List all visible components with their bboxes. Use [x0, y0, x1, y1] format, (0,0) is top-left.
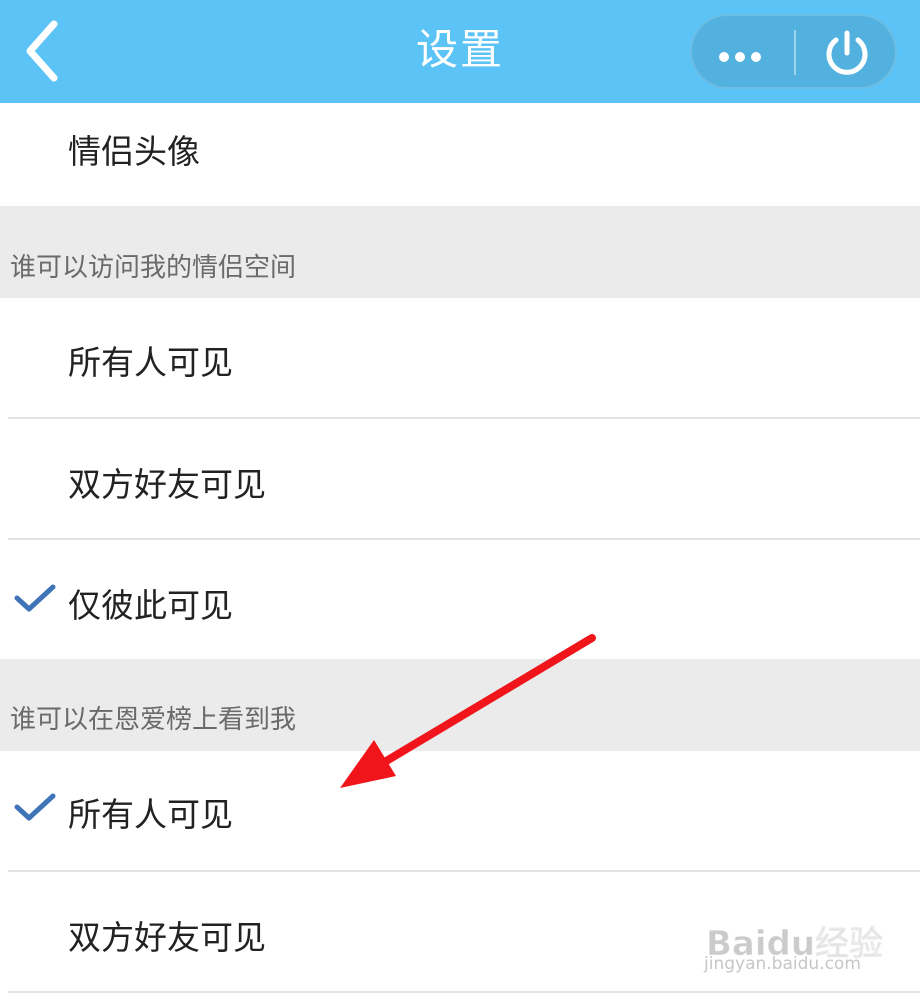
section-title-visit: 谁可以访问我的情侣空间 — [10, 253, 297, 283]
option-label: 双方好友可见 — [68, 918, 266, 957]
checkmark-icon — [14, 793, 56, 821]
baidu-watermark: Baidu经验 jingyan.baidu.com — [700, 898, 900, 978]
watermark-url: jingyan.baidu.com — [704, 954, 861, 974]
mini-program-capsule — [690, 14, 897, 89]
visit-option-mutual-friends[interactable]: 双方好友可见 — [0, 419, 920, 538]
power-icon — [826, 30, 868, 75]
option-label: 所有人可见 — [68, 795, 233, 834]
capsule-divider — [794, 30, 796, 75]
visit-option-only-each-other[interactable]: 仅彼此可见 — [0, 540, 920, 659]
more-dots-icon — [719, 47, 767, 66]
checkmark-icon — [14, 584, 56, 612]
power-button[interactable] — [798, 16, 895, 87]
option-label: 仅彼此可见 — [68, 586, 233, 625]
visit-option-everyone[interactable]: 所有人可见 — [0, 298, 920, 418]
option-label: 双方好友可见 — [68, 465, 266, 504]
title-bar: 设置 — [0, 0, 920, 103]
couple-avatar-row[interactable]: 情侣头像 — [0, 103, 920, 206]
couple-avatar-label: 情侣头像 — [68, 132, 200, 171]
ranking-option-everyone[interactable]: 所有人可见 — [0, 751, 920, 870]
section-title-ranking: 谁可以在恩爱榜上看到我 — [10, 705, 297, 735]
more-button[interactable] — [692, 16, 794, 87]
divider — [8, 991, 920, 993]
section-header-visit: 谁可以访问我的情侣空间 — [0, 206, 920, 298]
section-header-ranking: 谁可以在恩爱榜上看到我 — [0, 659, 920, 751]
option-label: 所有人可见 — [68, 343, 233, 382]
